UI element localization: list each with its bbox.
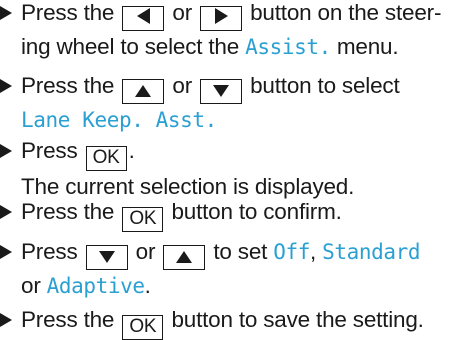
- up-arrow-icon: [135, 85, 152, 97]
- step-5: Press or to set Off, Standard or Adaptiv…: [0, 236, 460, 302]
- step-5-text-a: Press: [21, 239, 78, 264]
- step-5-text-d: .: [144, 273, 151, 298]
- step-1-or: or: [172, 0, 192, 25]
- step-2: Press the or button to select Lane Keep.…: [0, 70, 460, 136]
- down-arrow-icon: [98, 251, 115, 263]
- step-1-text-b: button on the steer-: [250, 0, 442, 25]
- step-5-continuation: or Adaptive.: [0, 270, 460, 302]
- up-arrow-icon: [176, 251, 193, 263]
- bullet-triangle-icon: [0, 313, 12, 327]
- lane-keep-asst-item: Lane Keep. Asst.: [21, 108, 217, 132]
- ok-key: OK: [122, 207, 164, 232]
- step-6-text-a: Press the: [21, 307, 115, 332]
- bullet-triangle-icon: [0, 79, 12, 93]
- step-1-text-d: menu.: [336, 34, 399, 59]
- ok-key: OK: [85, 146, 127, 171]
- bullet-triangle-icon: [0, 6, 12, 20]
- left-arrow-icon: [136, 8, 150, 24]
- step-5-text-c: or: [21, 273, 41, 298]
- up-arrow-key: [163, 245, 206, 270]
- step-1: Press the or button on the steer- ing wh…: [0, 0, 460, 63]
- step-1-text-a: Press the: [21, 0, 115, 25]
- left-arrow-key: [122, 6, 165, 31]
- up-arrow-key: [122, 79, 165, 104]
- step-3-text-b: .: [128, 138, 135, 163]
- step-2-continuation: Lane Keep. Asst.: [0, 104, 460, 136]
- assist-menu-name: Assist.: [245, 35, 331, 59]
- step-6: Press the OK button to save the setting.: [0, 304, 460, 340]
- bullet-triangle-icon: [0, 245, 12, 259]
- step-2-text-b: button to select: [250, 73, 400, 98]
- right-arrow-icon: [214, 8, 228, 24]
- step-3: Press OK. The current selection is displ…: [0, 135, 460, 203]
- ok-key: OK: [122, 315, 164, 340]
- option-adaptive: Adaptive: [46, 274, 145, 298]
- bullet-triangle-icon: [0, 205, 12, 219]
- down-arrow-key: [200, 79, 243, 104]
- step-5-text-b: to set: [213, 239, 268, 264]
- step-2-text-a: Press the: [21, 73, 115, 98]
- step-4-text-a: Press the: [21, 199, 115, 224]
- step-6-text-b: button to save the setting.: [171, 307, 424, 332]
- instruction-steps: Press the or button on the steer- ing wh…: [0, 0, 462, 340]
- right-arrow-key: [200, 6, 243, 31]
- step-4: Press the OK button to confirm.: [0, 196, 460, 232]
- down-arrow-key: [85, 245, 128, 270]
- step-5-or: or: [135, 239, 156, 264]
- step-3-text-a: Press: [21, 138, 78, 163]
- option-off: Off: [273, 240, 311, 264]
- step-2-or: or: [172, 73, 192, 98]
- option-standard: Standard: [322, 240, 421, 264]
- step-4-text-b: button to confirm.: [171, 199, 342, 224]
- bullet-triangle-icon: [0, 144, 12, 158]
- down-arrow-icon: [213, 85, 230, 97]
- step-5-sep: ,: [310, 239, 317, 264]
- step-1-text-c: ing wheel to select the: [21, 34, 240, 59]
- step-1-continuation: ing wheel to select the Assist. menu.: [0, 31, 460, 63]
